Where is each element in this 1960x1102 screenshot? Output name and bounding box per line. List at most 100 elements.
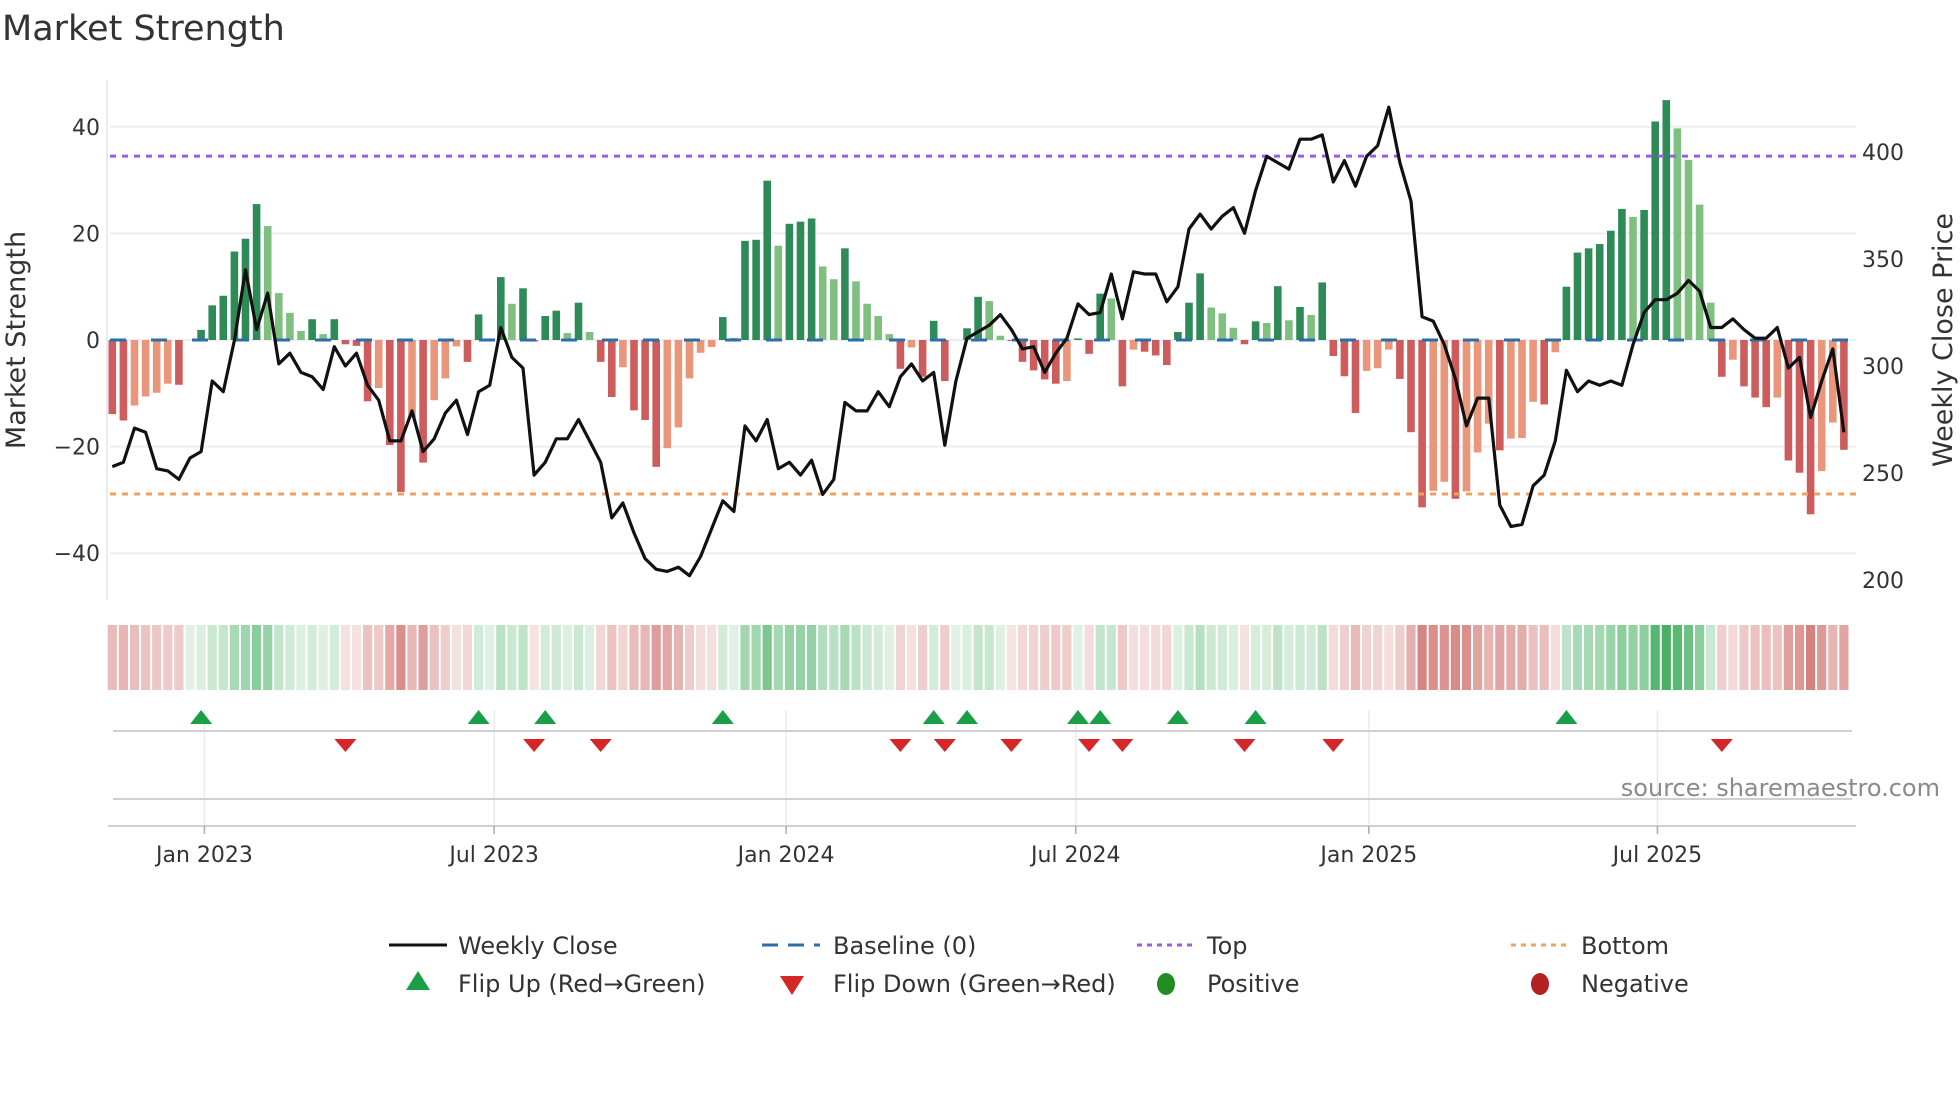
negative-bar	[1429, 340, 1437, 491]
circle-icon	[1531, 973, 1549, 995]
negative-bar	[1362, 340, 1371, 371]
flip-down-marker	[334, 739, 357, 752]
negative-bar	[1740, 340, 1748, 387]
negative-bar	[1396, 340, 1404, 379]
strip-cell	[640, 625, 650, 690]
legend-label: Flip Down (Green→Red)	[833, 970, 1116, 998]
strip-cell	[1284, 625, 1294, 690]
legend-item-weekly-close[interactable]: Weekly Close	[389, 932, 618, 960]
flip-up-marker	[956, 710, 978, 724]
strip-cell	[651, 625, 661, 690]
positive-bar	[763, 180, 771, 340]
flip-down-marker	[889, 739, 912, 752]
negative-bar	[619, 340, 627, 368]
strip-cell	[1251, 625, 1261, 690]
strip-cell	[1783, 625, 1793, 690]
flip-up-marker	[467, 710, 490, 724]
strip-cell	[163, 625, 173, 690]
legend-item-negative[interactable]: Negative	[1531, 970, 1689, 998]
legend-item-flip-down[interactable]: Flip Down (Green→Red)	[780, 970, 1116, 998]
legend-item-positive[interactable]: Positive	[1157, 970, 1300, 998]
strip-cell	[385, 625, 395, 690]
x-axis-ticks: Jan 2023 Jul 2023 Jan 2024 Jul 2024 Jan 2025…	[154, 826, 1702, 868]
strip-cell	[1606, 625, 1616, 690]
flip-up-marker	[1244, 710, 1267, 724]
strip-cell	[1239, 625, 1250, 690]
positive-bar	[574, 302, 583, 340]
negative-bar	[896, 340, 905, 369]
strip-cell	[851, 625, 861, 690]
negative-bar	[907, 340, 916, 348]
positive-bar	[1207, 307, 1215, 340]
positive-bar	[1296, 306, 1304, 340]
positive-bar	[1629, 216, 1637, 340]
positive-bar	[219, 295, 228, 340]
strip-cell	[229, 625, 239, 690]
negative-bar	[1329, 340, 1338, 356]
y-tick-label: 20	[72, 222, 100, 247]
positive-bar	[1229, 327, 1238, 340]
negative-bar	[1840, 340, 1848, 450]
strip-cell	[918, 625, 928, 690]
y-tick-label: 40	[72, 116, 100, 141]
strip-cell	[1228, 625, 1238, 690]
negative-bar	[1496, 340, 1504, 451]
strip-cell	[1461, 625, 1472, 690]
positive-bar	[208, 305, 216, 340]
strip-cell	[1262, 625, 1272, 690]
legend-item-flip-up[interactable]: Flip Up (Red→Green)	[406, 970, 706, 998]
x-tick-label: Jul 2025	[1611, 843, 1703, 868]
strip-cell	[1439, 625, 1449, 690]
legend-item-top[interactable]: Top	[1137, 932, 1248, 960]
negative-bar	[119, 340, 128, 421]
strip-cell	[1084, 625, 1094, 690]
x-tick-label: Jul 2023	[447, 843, 539, 868]
strip-cell	[329, 625, 339, 690]
strip-cell	[418, 625, 428, 690]
strip-cell	[1617, 625, 1627, 690]
strip-cell	[984, 625, 994, 690]
strip-cell	[152, 625, 162, 690]
strip-cell	[1428, 625, 1438, 690]
flip-down-marker	[523, 739, 546, 752]
x-gridlines	[203, 710, 1659, 826]
strip-cell	[1528, 625, 1538, 690]
positive-bar	[807, 218, 816, 340]
strip-cell	[618, 625, 628, 690]
y-tick-label: −40	[54, 542, 100, 567]
flip-up-marker	[922, 710, 945, 724]
legend-item-baseline[interactable]: Baseline (0)	[762, 932, 976, 960]
chart-title: Market Strength	[2, 9, 285, 49]
strip-cell	[407, 625, 417, 690]
strip-cell	[1761, 625, 1771, 690]
legend-label: Bottom	[1581, 932, 1669, 960]
strip-cell	[1661, 625, 1671, 690]
positive-bar	[308, 319, 316, 340]
positive-bar	[1196, 273, 1204, 340]
strip-cell	[363, 625, 373, 690]
strip-cell	[1750, 625, 1760, 690]
strip-cell	[1073, 625, 1083, 690]
strip-cell	[285, 625, 295, 690]
strip-cell	[1062, 625, 1072, 690]
negative-bar	[1052, 340, 1060, 384]
legend-item-bottom[interactable]: Bottom	[1511, 932, 1669, 960]
strip-cell	[207, 625, 217, 690]
strip-cell	[1683, 625, 1694, 690]
left-axis-ticks: 40 20 0 −20 −40	[54, 116, 100, 567]
positive-bar	[508, 303, 516, 340]
strip-cell	[1650, 625, 1660, 690]
y2-tick-label: 300	[1862, 355, 1904, 380]
strip-cell	[696, 625, 706, 690]
x-tick-label: Jan 2024	[736, 843, 835, 868]
strip-cell	[1572, 625, 1583, 690]
strip-cell	[762, 625, 772, 690]
x-tick-label: Jul 2024	[1029, 843, 1121, 868]
flip-down-marker	[589, 739, 612, 752]
negative-bar	[175, 340, 183, 385]
positive-bar	[1107, 298, 1116, 340]
positive-bar	[1651, 121, 1659, 340]
negative-bar	[1817, 340, 1826, 472]
strip-cell	[929, 625, 939, 690]
strip-cell	[1473, 625, 1483, 690]
